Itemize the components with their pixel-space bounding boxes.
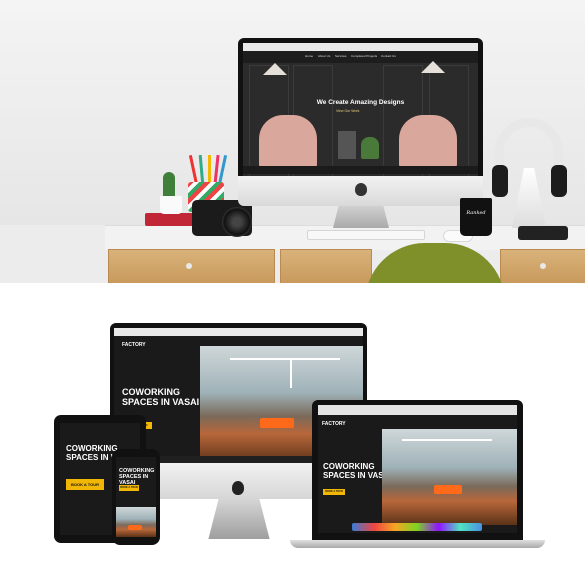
imac-stand [208, 499, 270, 539]
side-table [338, 131, 356, 159]
apple-logo-icon [232, 481, 244, 495]
orange-sofa [434, 485, 462, 494]
armchair [399, 115, 457, 170]
desk-drawer-middle [280, 249, 372, 283]
keyboard [307, 230, 425, 240]
phone-office-photo [116, 507, 156, 537]
drawer-knob [540, 263, 546, 269]
windows-taskbar [243, 166, 478, 174]
site-nav: Home About Us Services Completed Project… [243, 51, 478, 63]
browser-bar [114, 328, 363, 336]
plant-pot [160, 196, 182, 214]
browser-bar [318, 405, 517, 415]
browser-bar [243, 43, 478, 51]
headphone-ear-cup [492, 165, 508, 197]
mug-text: Ranked [466, 210, 486, 216]
apple-logo-icon [355, 183, 367, 196]
ceiling-light [402, 439, 492, 441]
armchair [259, 115, 317, 170]
hero-headline: We Create Amazing Designs [316, 99, 405, 106]
nav-item[interactable]: About Us [318, 54, 330, 58]
books [145, 213, 195, 226]
nav-item[interactable]: Completed Projects [351, 54, 377, 58]
hero-headline-line2: SPACES IN VASAI [122, 397, 200, 407]
tablet-book-tour-button[interactable]: BOOK A TOUR [66, 479, 104, 490]
mug [460, 198, 492, 236]
laptop-screen: FACTORY COWORKING SPACES IN VASAI BOOK A… [318, 405, 517, 533]
headphone-ear-cup [551, 165, 567, 197]
laptop-base [290, 540, 545, 548]
cactus [163, 172, 175, 198]
mac-dock [352, 523, 482, 531]
camera-lens [222, 207, 252, 237]
drawer-knob [186, 263, 192, 269]
imac-screen: Home About Us Services Completed Project… [243, 43, 478, 178]
imac-stand [333, 206, 389, 228]
desk-scene-photo: Home About Us Services Completed Project… [0, 0, 585, 283]
orange-sofa [260, 418, 294, 428]
laptop-office-photo [382, 429, 517, 525]
hero-cta[interactable]: View Our Work [336, 109, 359, 113]
potted-plant [361, 137, 379, 159]
laptop-book-tour-button[interactable]: BOOK A TOUR [323, 489, 345, 495]
orange-sofa [128, 525, 142, 530]
responsive-devices-mockup: FACTORY COWORKING SPACES IN VASAI BOOK A… [0, 283, 585, 565]
nav-item[interactable]: Home [305, 54, 313, 58]
ceiling-light [290, 358, 292, 388]
phone-on-desk [518, 226, 568, 240]
phone-screen: COWORKING SPACES IN VASAI BOOK A TOUR [116, 457, 156, 537]
laptop-site-logo[interactable]: FACTORY [322, 421, 346, 427]
phone-book-tour-button[interactable]: BOOK A TOUR [119, 485, 139, 491]
site-logo[interactable]: FACTORY [122, 342, 146, 348]
ceiling-light [230, 358, 340, 360]
pencil [208, 155, 211, 185]
nav-item[interactable]: Contact Us [381, 54, 396, 58]
nav-item[interactable]: Services [335, 54, 347, 58]
